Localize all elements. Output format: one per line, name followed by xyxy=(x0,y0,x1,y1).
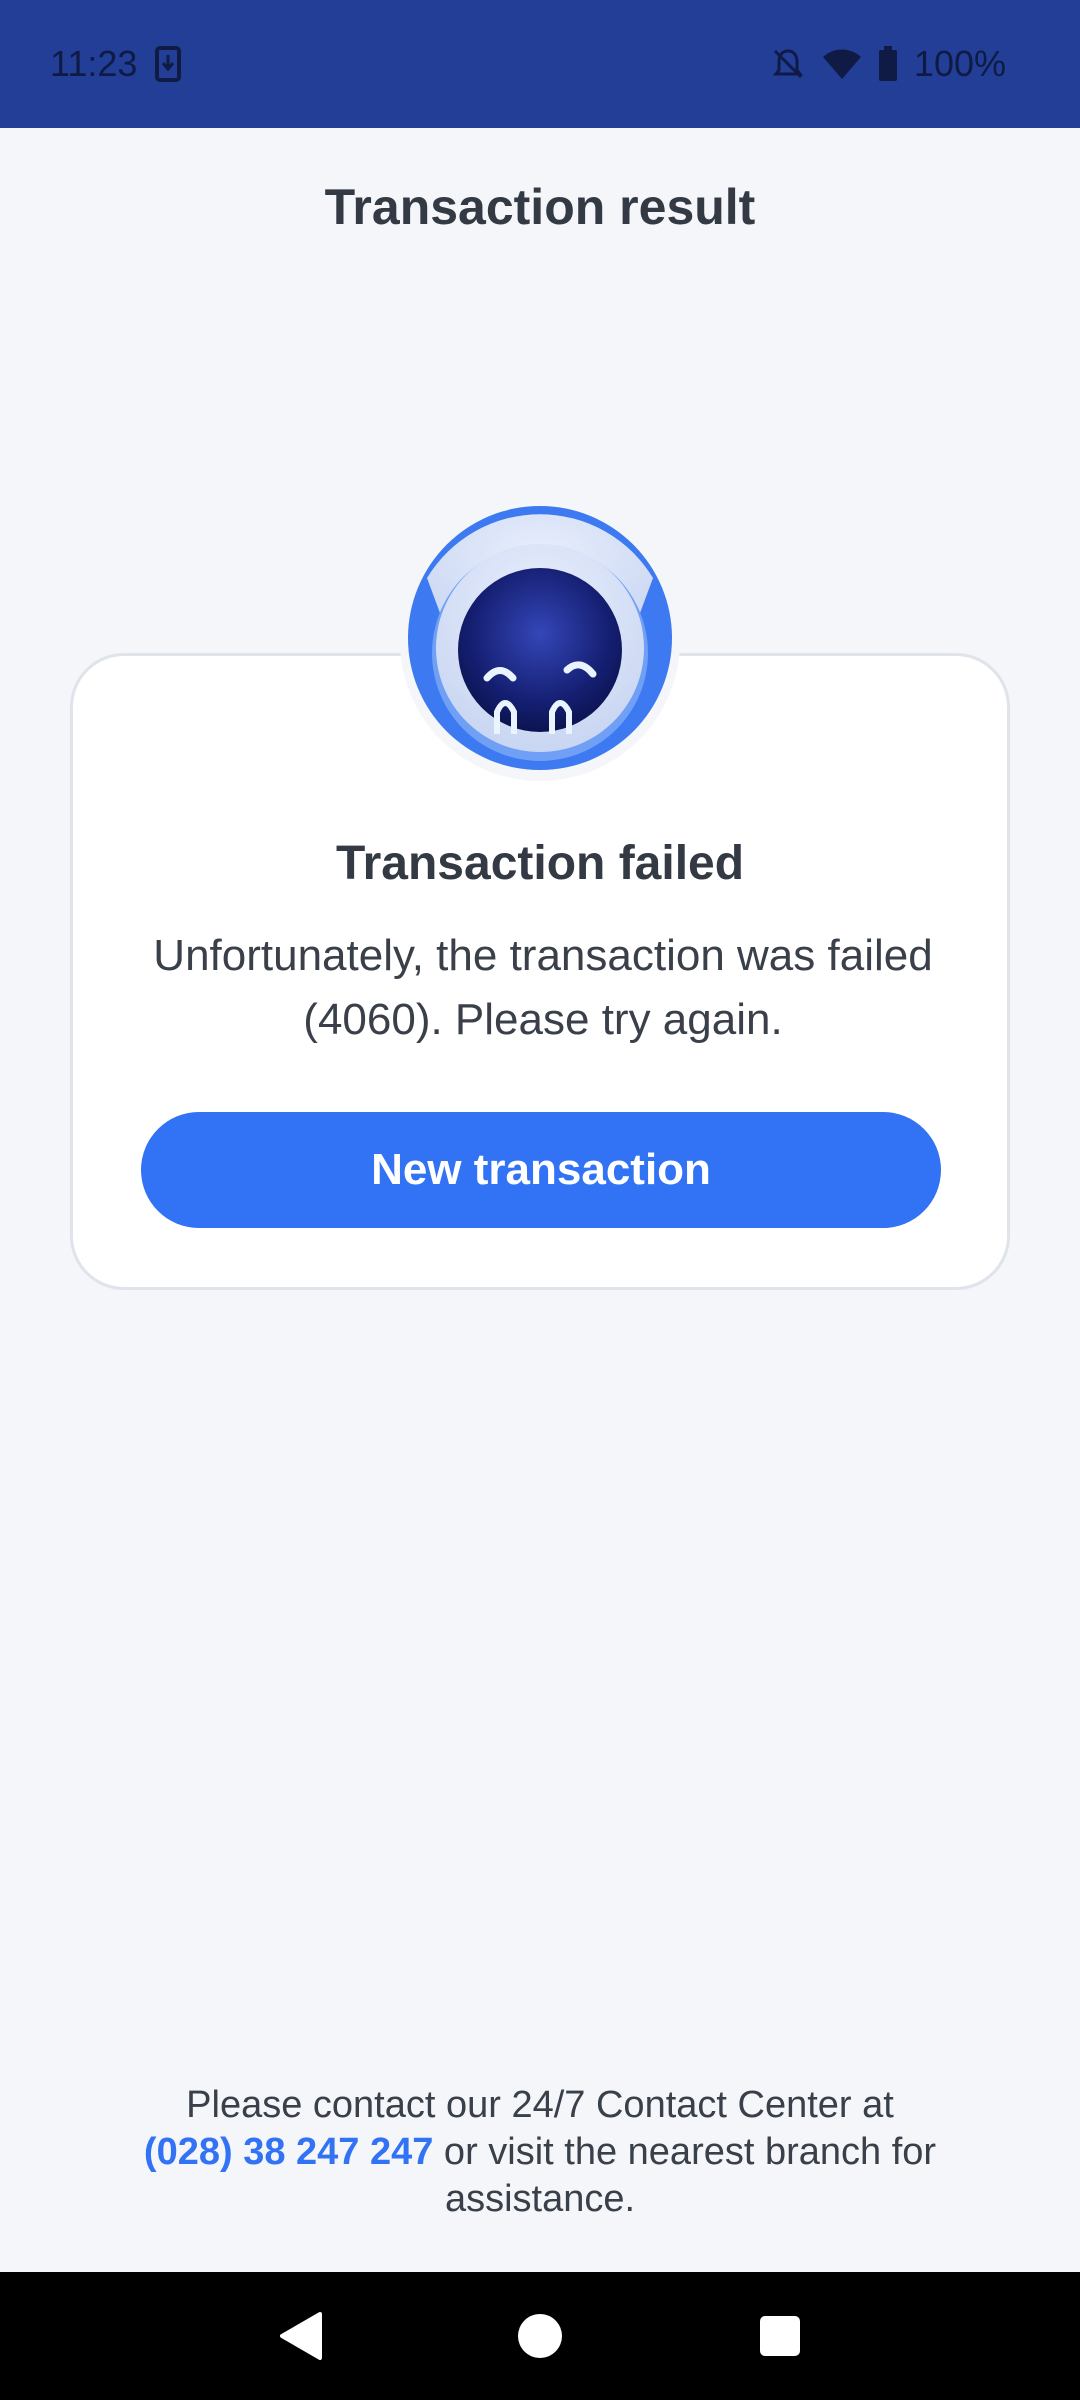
contact-text-1: Please contact our 24/7 Contact Center a… xyxy=(186,2084,894,2126)
recents-icon[interactable] xyxy=(735,2291,825,2381)
battery-icon xyxy=(878,46,898,82)
result-message: Unfortunately, the transaction was faile… xyxy=(153,931,933,1044)
bell-off-icon xyxy=(770,46,806,82)
contact-text-2: or visit the nearest branch for assistan… xyxy=(433,2131,937,2220)
new-transaction-button[interactable]: New transaction xyxy=(141,1112,941,1228)
home-icon[interactable] xyxy=(495,2291,585,2381)
failed-mascot-icon xyxy=(397,498,683,784)
page-title: Transaction result xyxy=(324,179,756,235)
result-title: Transaction failed xyxy=(335,837,745,890)
battery-percent: 100% xyxy=(913,43,1006,84)
back-icon[interactable] xyxy=(255,2291,345,2381)
wifi-icon xyxy=(822,48,862,80)
status-bar: 11:23 100% xyxy=(0,0,1080,128)
contact-note: Please contact our 24/7 Contact Center a… xyxy=(90,2082,990,2223)
contact-phone-link[interactable]: (028) 38 247 247 xyxy=(144,2131,433,2173)
status-time: 11:23 xyxy=(50,43,138,84)
system-nav-bar xyxy=(0,2272,1080,2400)
download-icon xyxy=(155,46,182,82)
